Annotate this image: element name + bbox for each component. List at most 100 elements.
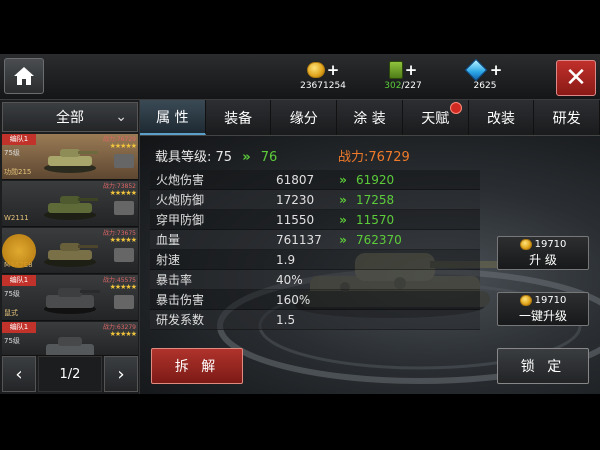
dismantle-button[interactable]: 拆 解 — [151, 348, 243, 384]
page-indicator: 1/2 — [38, 356, 102, 392]
vehicle-level-row: 载具等级: 75 » 76 — [155, 146, 277, 165]
tab-talent-label: 天赋 — [421, 110, 450, 127]
notification-dot-icon — [449, 102, 462, 114]
stat-row: 血量 761137 » 762370 — [150, 230, 480, 250]
fuel-resource[interactable]: + 302/227 — [368, 60, 438, 96]
stat-name: 血量 — [156, 233, 181, 247]
tank-list-item[interactable]: 编队1 75级 战力:63279 ★★★★★ — [2, 322, 138, 356]
tab-equipment[interactable]: 装备 — [205, 100, 272, 135]
tab-paint[interactable]: 涂 装 — [337, 100, 403, 135]
chevron-right-icon: › — [117, 363, 125, 385]
upgrade-label: 升 级 — [529, 253, 557, 267]
stat-name: 研发系数 — [156, 313, 205, 327]
tank-level: 75级 — [4, 149, 20, 157]
stat-row: 暴击率 40% — [150, 270, 480, 290]
stat-row: 暴击伤害 160% — [150, 290, 480, 310]
tank-name: 鼠式 — [4, 309, 18, 317]
home-icon — [14, 67, 34, 85]
vehicle-power: 战力:76729 — [338, 150, 410, 165]
tank-icon — [44, 288, 100, 314]
game-screen: + 23671254 + 302/227 + 2625 ✕ 全部 ⌄ 编队1 7… — [0, 0, 600, 450]
fuel-icon — [388, 61, 403, 79]
team-badge: 编队1 — [2, 275, 36, 286]
prev-page-button[interactable]: ‹ — [2, 356, 36, 392]
stat-next: 17258 — [356, 192, 395, 207]
stat-value: 61807 — [276, 172, 315, 187]
crew-icon — [114, 295, 134, 309]
tank-list-item[interactable]: W2111 战力:73852 ★★★★★ — [2, 181, 138, 227]
stat-row: 射速 1.9 — [150, 250, 480, 270]
stat-value: 1.9 — [276, 252, 296, 267]
stat-value: 1.5 — [276, 312, 296, 327]
stat-name: 暴击伤害 — [156, 293, 205, 307]
tank-stars: ★★★★★ — [109, 283, 137, 291]
next-page-button[interactable]: › — [104, 356, 138, 392]
detail-tabs: 属 性 装备 缘分 涂 装 天赋 改装 研发 — [140, 100, 600, 136]
event-badge-icon[interactable] — [2, 234, 36, 268]
tank-icon — [44, 149, 98, 173]
tank-list-item[interactable]: 编队1 75级 功勋215 战力:76729 ★★★★★ — [2, 134, 138, 180]
gold-icon — [519, 239, 532, 250]
tank-level: 75级 — [4, 337, 20, 345]
tank-stars: ★★★★★ — [109, 189, 137, 197]
diamond-resource[interactable]: + 2625 — [450, 58, 520, 96]
team-badge: 编队1 — [2, 322, 36, 333]
tank-stars: ★★★★★ — [109, 142, 137, 150]
gold-icon — [306, 62, 325, 78]
tab-attributes[interactable]: 属 性 — [140, 100, 206, 135]
stat-name: 火炮防御 — [156, 193, 205, 207]
vehicle-level-next: 76 — [260, 150, 278, 165]
lock-button[interactable]: 锁 定 — [497, 348, 589, 384]
tank-icon — [44, 196, 98, 220]
tank-name: W2111 — [4, 214, 29, 222]
crew-icon — [114, 201, 134, 215]
stat-arrow-icon: » — [339, 232, 347, 247]
filter-label: 全部 — [56, 110, 84, 126]
close-button[interactable]: ✕ — [556, 60, 596, 96]
stat-name: 火炮伤害 — [156, 173, 205, 187]
team-badge: 编队1 — [2, 134, 36, 145]
stats-table: 火炮伤害 61807 » 61920 火炮防御 17230 » 17258 穿甲… — [150, 170, 480, 330]
stat-arrow-icon: » — [339, 192, 347, 207]
tank-icon — [46, 337, 94, 355]
stat-value: 160% — [276, 292, 311, 307]
tank-list-item[interactable]: 编队1 75级 鼠式 战力:45575 ★★★★★ — [2, 275, 138, 321]
tab-talent[interactable]: 天赋 — [402, 100, 469, 135]
stat-name: 射速 — [156, 253, 181, 267]
filter-dropdown[interactable]: 全部 ⌄ — [2, 102, 138, 132]
tab-modify[interactable]: 改装 — [468, 100, 535, 135]
close-icon: ✕ — [565, 63, 587, 93]
tank-stars: ★★★★★ — [109, 330, 137, 338]
vehicle-level-label: 载具等级: — [155, 150, 212, 165]
one-click-cost: 19710 — [534, 295, 567, 306]
chevron-left-icon: ‹ — [15, 363, 23, 385]
stat-row: 研发系数 1.5 — [150, 310, 480, 330]
stat-row: 穿甲防御 11550 » 11570 — [150, 210, 480, 230]
tank-name: 功勋215 — [4, 168, 32, 176]
tab-research[interactable]: 研发 — [534, 100, 600, 135]
diamond-amount: 2625 — [473, 81, 497, 91]
home-button[interactable] — [4, 58, 44, 94]
stat-arrow-icon: » — [339, 172, 347, 187]
one-click-upgrade-button[interactable]: 19710 一键升级 — [497, 292, 589, 326]
tab-bond[interactable]: 缘分 — [271, 100, 338, 135]
level-arrow-icon: » — [242, 150, 251, 165]
upgrade-button[interactable]: 19710 升 级 — [497, 236, 589, 270]
stat-next: 762370 — [356, 232, 402, 247]
fuel-max: /227 — [401, 81, 422, 91]
stat-row: 火炮伤害 61807 » 61920 — [150, 170, 480, 190]
vehicle-level-current: 75 — [215, 150, 233, 165]
gold-resource[interactable]: + 23671254 — [288, 60, 358, 96]
one-click-label: 一键升级 — [518, 309, 567, 323]
stat-value: 17230 — [276, 192, 315, 207]
stat-value: 761137 — [276, 232, 322, 247]
gold-amount: 23671254 — [300, 81, 346, 91]
stat-value: 11550 — [276, 212, 315, 227]
stat-name: 穿甲防御 — [156, 213, 205, 227]
diamond-icon — [464, 58, 488, 82]
bottom-letterbox — [0, 394, 600, 450]
stat-value: 40% — [276, 272, 303, 287]
gold-icon — [519, 295, 532, 306]
tank-level: 75级 — [4, 290, 20, 298]
tank-list-item[interactable]: M4A2E8 战力:73675 ★★★★★ — [2, 228, 138, 274]
